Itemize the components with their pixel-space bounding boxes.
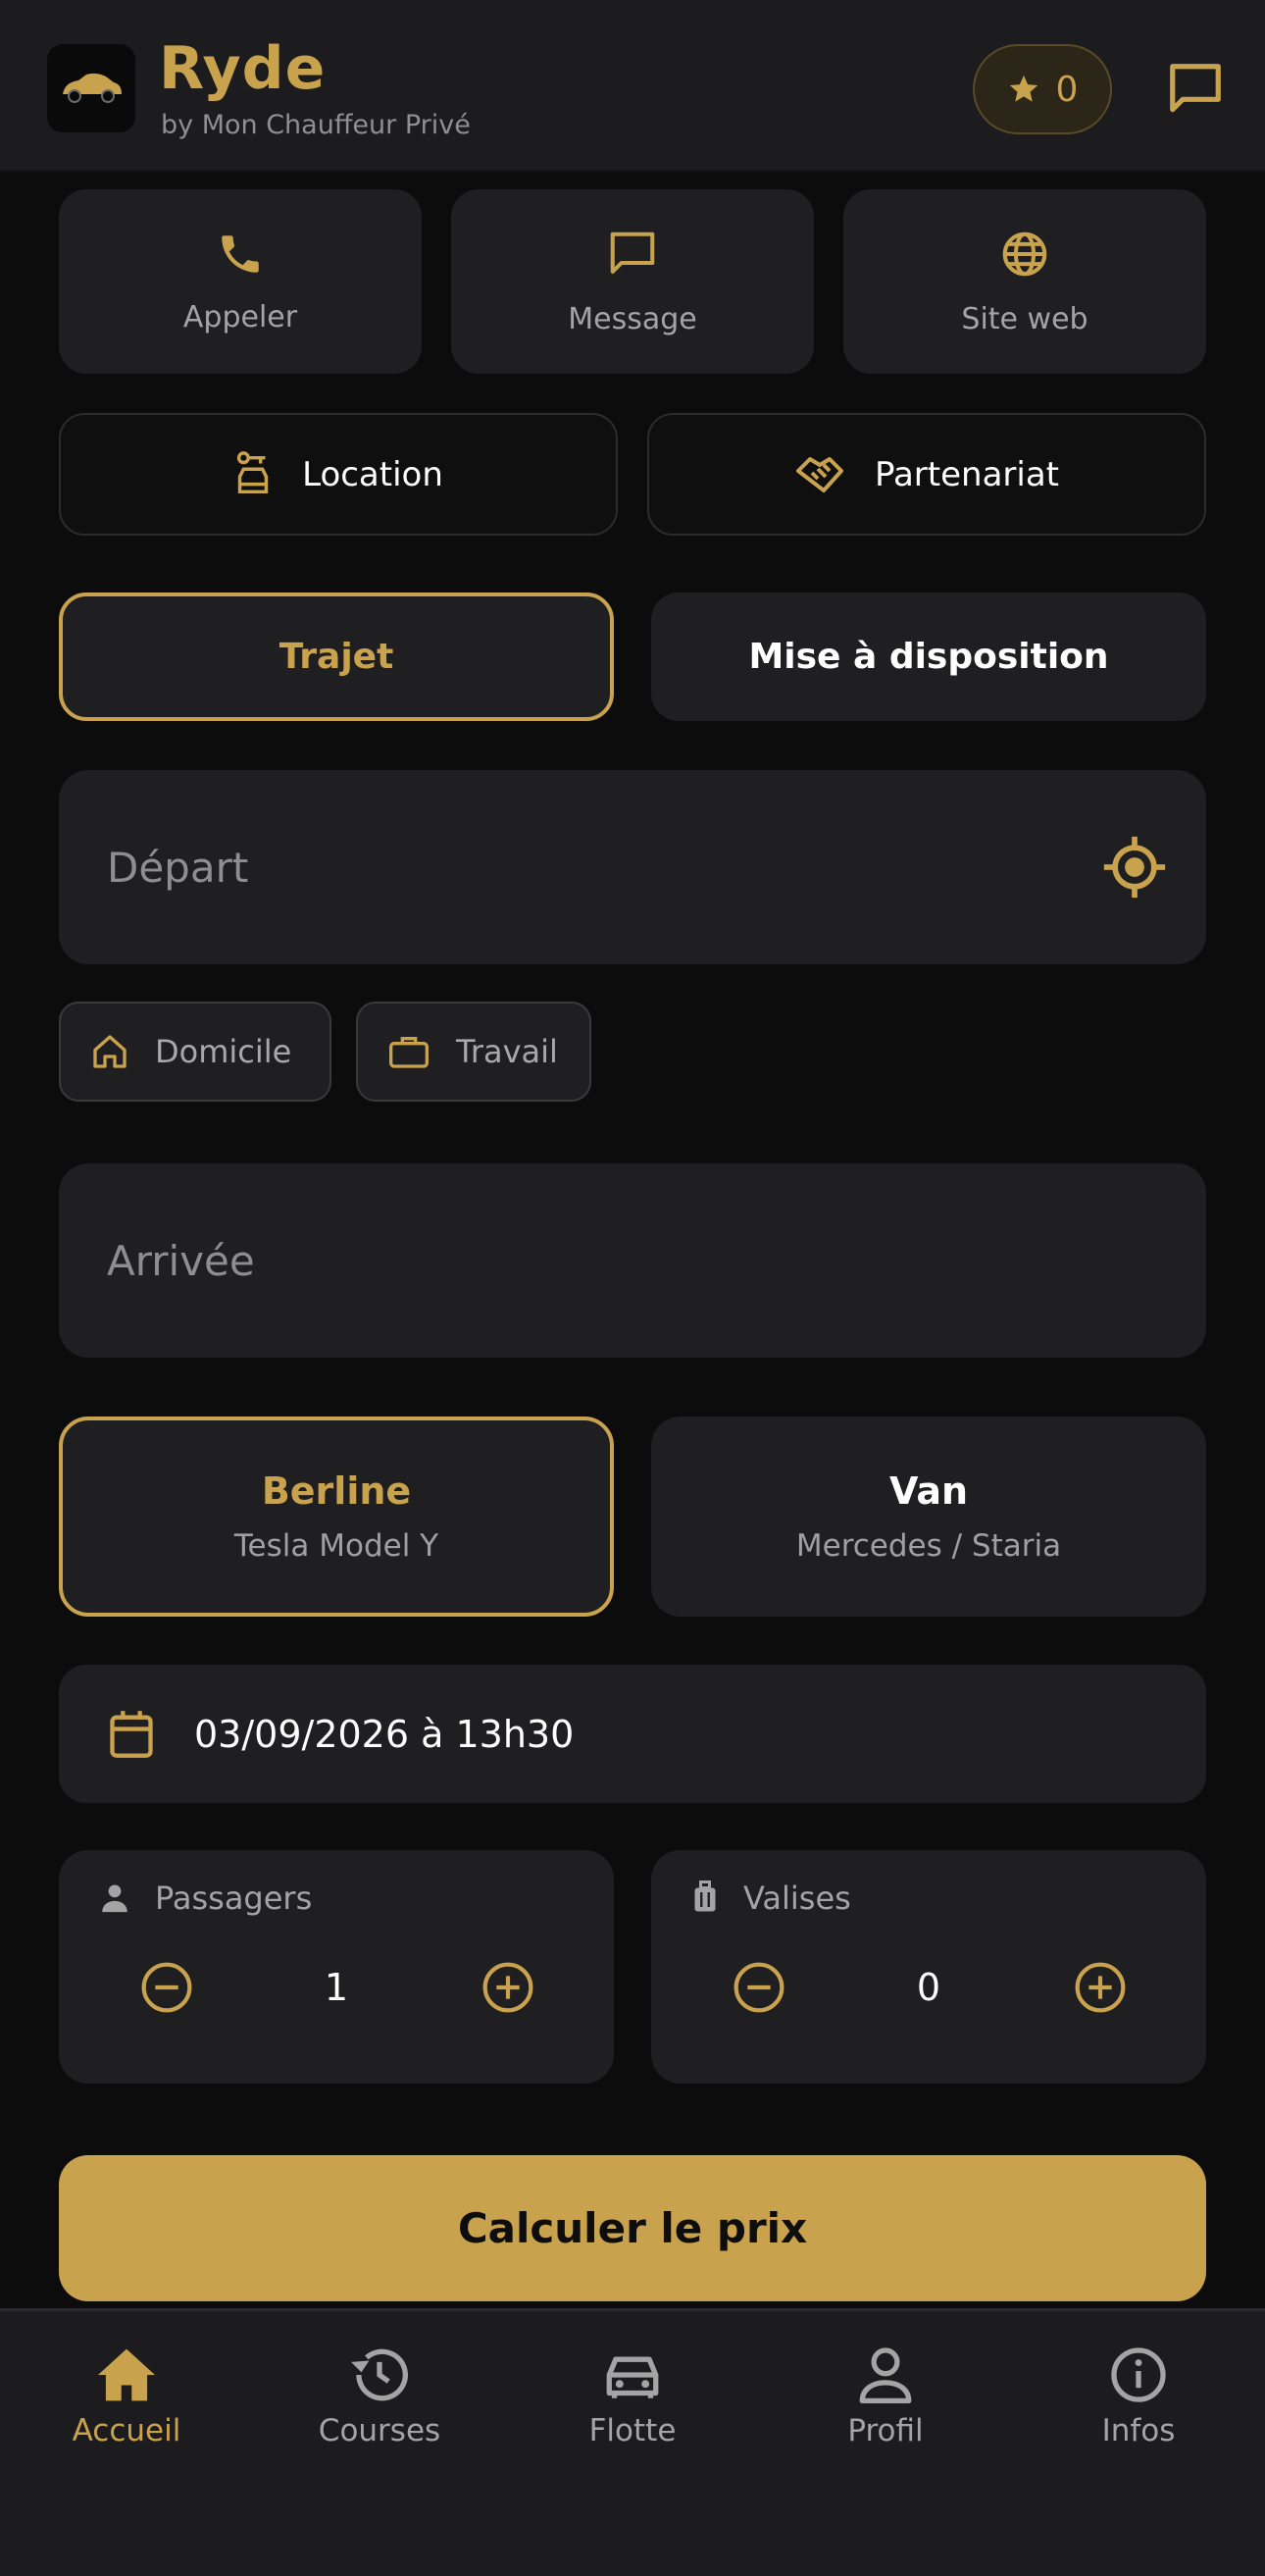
datetime-value: 03/09/2026 à 13h30 xyxy=(194,1712,575,1756)
tab-trajet[interactable]: Trajet xyxy=(59,592,614,721)
points-count: 0 xyxy=(1055,69,1079,110)
car-logo-icon xyxy=(63,73,122,103)
phone-icon xyxy=(222,234,259,273)
crosshair-icon xyxy=(1103,836,1166,899)
passengers-counter: Passagers 1 xyxy=(59,1850,614,2084)
info-icon xyxy=(1111,2347,1166,2402)
message-label: Message xyxy=(568,301,697,336)
tab-label: Courses xyxy=(318,2413,441,2448)
partnership-label: Partenariat xyxy=(874,454,1059,494)
person-icon xyxy=(859,2347,912,2403)
message-button[interactable]: Message xyxy=(451,189,814,374)
home-shortcut-chip[interactable]: Domicile xyxy=(59,1002,331,1102)
chat-icon xyxy=(1170,64,1221,113)
tab-accueil[interactable]: Accueil xyxy=(19,2346,234,2448)
luggage-counter: Valises 0 xyxy=(651,1850,1206,2084)
vehicle-model: Mercedes / Staria xyxy=(795,1528,1062,1564)
work-shortcut-chip[interactable]: Travail xyxy=(356,1002,591,1102)
tab-label: Accueil xyxy=(72,2413,181,2448)
app-header: Ryde by Mon Chauffeur Privé 0 xyxy=(0,0,1265,172)
bottom-tab-bar: Accueil Courses Flotte Profil Infos xyxy=(0,2308,1265,2576)
tab-infos[interactable]: Infos xyxy=(1031,2346,1246,2448)
departure-input[interactable]: Départ xyxy=(59,770,1206,964)
call-label: Appeler xyxy=(182,299,298,335)
vehicle-option-berline[interactable]: Berline Tesla Model Y xyxy=(59,1417,614,1617)
message-icon xyxy=(610,232,655,274)
home-shortcut-label: Domicile xyxy=(155,1033,292,1070)
loyalty-points-badge[interactable]: 0 xyxy=(973,44,1112,134)
vehicle-option-van[interactable]: Van Mercedes / Staria xyxy=(651,1417,1206,1617)
tab-flotte[interactable]: Flotte xyxy=(525,2346,740,2448)
vehicle-name: Van xyxy=(888,1469,969,1513)
tab-label: Infos xyxy=(1101,2413,1176,2448)
tab-label: Profil xyxy=(847,2413,924,2448)
handshake-icon xyxy=(795,456,843,492)
app-subtitle: by Mon Chauffeur Privé xyxy=(161,110,471,140)
briefcase-icon xyxy=(389,1037,429,1068)
chat-button[interactable] xyxy=(1161,55,1230,124)
tab-mise-a-disposition[interactable]: Mise à disposition xyxy=(651,592,1206,721)
star-icon xyxy=(1009,75,1037,102)
datetime-picker[interactable]: 03/09/2026 à 13h30 xyxy=(59,1665,1206,1803)
website-button[interactable]: Site web xyxy=(843,189,1206,374)
globe-icon xyxy=(1002,232,1047,276)
partnership-button[interactable]: Partenariat xyxy=(647,413,1206,536)
luggage-label: Valises xyxy=(743,1880,851,1917)
rental-label: Location xyxy=(302,454,443,494)
person-icon xyxy=(102,1884,127,1913)
tab-label: Flotte xyxy=(588,2413,677,2448)
passengers-increment-button[interactable] xyxy=(479,1958,537,2017)
website-label: Site web xyxy=(961,301,1088,336)
calculate-price-button[interactable]: Calculer le prix xyxy=(59,2155,1206,2301)
passengers-label: Passagers xyxy=(155,1880,313,1917)
call-button[interactable]: Appeler xyxy=(59,189,422,374)
tab-courses[interactable]: Courses xyxy=(272,2346,487,2448)
work-shortcut-label: Travail xyxy=(456,1033,558,1070)
luggage-icon xyxy=(694,1880,716,1912)
locate-button[interactable] xyxy=(1098,831,1171,903)
home-icon xyxy=(93,1035,126,1068)
plus-circle-icon xyxy=(1075,1962,1126,2013)
rental-button[interactable]: Location xyxy=(59,413,618,536)
plus-circle-icon xyxy=(482,1962,533,2013)
tab-profil[interactable]: Profil xyxy=(778,2346,993,2448)
car-rental-icon xyxy=(236,450,269,493)
vehicle-model: Tesla Model Y xyxy=(233,1528,439,1564)
home-icon xyxy=(98,2348,155,2401)
app-logo xyxy=(47,44,135,132)
history-icon xyxy=(351,2348,408,2401)
luggage-increment-button[interactable] xyxy=(1071,1958,1130,2017)
vehicle-name: Berline xyxy=(261,1469,412,1513)
arrival-input[interactable]: Arrivée xyxy=(59,1163,1206,1358)
calendar-icon xyxy=(110,1710,153,1758)
app-title: Ryde xyxy=(159,34,327,103)
car-icon xyxy=(606,2356,659,2398)
arrival-placeholder: Arrivée xyxy=(107,1236,255,1285)
departure-placeholder: Départ xyxy=(107,843,249,892)
